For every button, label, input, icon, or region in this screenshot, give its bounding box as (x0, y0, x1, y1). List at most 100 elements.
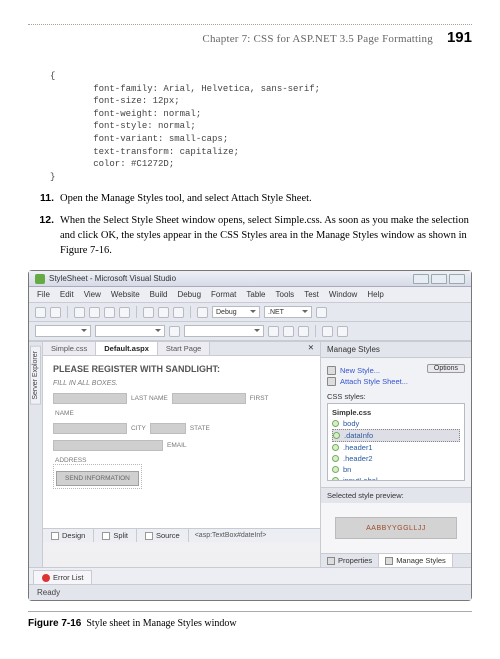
new-style-link[interactable]: New Style... (327, 366, 427, 375)
rule-icon (332, 466, 339, 473)
menu-item[interactable]: Tools (276, 290, 295, 299)
doc-tab[interactable]: Simple.css (43, 342, 96, 355)
document-tabs[interactable]: Simple.css Default.aspx Start Page ✕ (43, 342, 320, 356)
menu-item[interactable]: Debug (177, 290, 201, 299)
form-hint: FILL IN ALL BOXES. (53, 380, 310, 387)
text-field[interactable] (150, 423, 186, 434)
menu-item[interactable]: File (37, 290, 50, 299)
tag-breadcrumb[interactable]: <asp:TextBox#dateInf> (189, 530, 320, 541)
window-title: StyleSheet - Microsoft Visual Studio (49, 274, 413, 283)
window-buttons[interactable] (413, 274, 465, 284)
running-header: Chapter 7: CSS for ASP.NET 3.5 Page Form… (28, 29, 472, 52)
toolbar-button[interactable] (35, 307, 46, 318)
text-field[interactable] (53, 440, 163, 451)
toolbar-secondary[interactable] (29, 322, 471, 341)
list-item-selected[interactable]: .dataInfo (332, 429, 460, 442)
toolbar-button[interactable] (89, 307, 100, 318)
css-styles-list[interactable]: Simple.css body .dataInfo .header1 .head… (327, 403, 465, 481)
toolbar-button[interactable] (104, 307, 115, 318)
rule-icon (332, 455, 339, 462)
toolbar-button[interactable] (169, 326, 180, 337)
menu-item[interactable]: Website (111, 290, 140, 299)
menu-item[interactable]: View (84, 290, 101, 299)
toolbar-button[interactable] (316, 307, 327, 318)
text-field[interactable] (53, 423, 127, 434)
bottom-tab-well[interactable]: Error List (29, 567, 471, 584)
minimize-button[interactable] (413, 274, 429, 284)
menu-item[interactable]: Table (246, 290, 265, 299)
menu-item[interactable]: Test (304, 290, 319, 299)
menu-item[interactable]: Build (150, 290, 168, 299)
toolbar-button[interactable] (337, 326, 348, 337)
rule-icon (332, 444, 339, 451)
change-type-dropdown[interactable] (184, 325, 264, 337)
css-styles-label: CSS styles: (327, 392, 465, 401)
toolbar-button[interactable] (173, 307, 184, 318)
source-icon (145, 532, 153, 540)
text-field[interactable] (172, 393, 246, 404)
toolbar-button[interactable] (119, 307, 130, 318)
menu-item[interactable]: Help (367, 290, 383, 299)
side-rail[interactable]: Server Explorer (29, 342, 43, 567)
toolbar-button[interactable] (158, 307, 169, 318)
menu-item[interactable]: Window (329, 290, 357, 299)
toolbar-primary[interactable]: Debug .NET (29, 303, 471, 322)
list-item[interactable]: .header2 (332, 453, 460, 464)
server-explorer-tab[interactable]: Server Explorer (30, 346, 41, 405)
toolbar-button[interactable] (268, 326, 279, 337)
attach-stylesheet-link[interactable]: Attach Style Sheet... (327, 377, 465, 386)
options-button[interactable]: Options (427, 364, 465, 373)
tab-manage-styles[interactable]: Manage Styles (379, 554, 453, 567)
figure-caption: Figure 7-16 Style sheet in Manage Styles… (28, 611, 472, 629)
toolbar-button[interactable] (283, 326, 294, 337)
chapter-title: Chapter 7: CSS for ASP.NET 3.5 Page Form… (202, 33, 433, 45)
step-12: 12. When the Select Style Sheet window o… (36, 213, 472, 259)
config-dropdown[interactable]: Debug (212, 306, 260, 318)
design-surface[interactable]: PLEASE REGISTER WITH SANDLIGHT: FILL IN … (43, 356, 320, 528)
dropdown[interactable] (35, 325, 91, 337)
menu-bar[interactable]: File Edit View Website Build Debug Forma… (29, 287, 471, 303)
menu-item[interactable]: Format (211, 290, 236, 299)
toolbar-button[interactable] (197, 307, 208, 318)
view-switcher[interactable]: Design Split Source <asp:TextBox#dateInf… (43, 528, 320, 542)
manage-styles-panel: Manage Styles Options New Style... Attac… (321, 342, 471, 567)
design-icon (51, 532, 59, 540)
text-field[interactable] (53, 393, 127, 404)
target-dropdown[interactable]: .NET (264, 306, 312, 318)
list-item[interactable]: body (332, 418, 460, 429)
submit-button[interactable]: SEND INFORMATION (56, 471, 139, 486)
rule-icon (333, 432, 340, 439)
dropdown[interactable] (95, 325, 165, 337)
list-item[interactable]: .header1 (332, 442, 460, 453)
selection-outline: SEND INFORMATION (53, 464, 142, 489)
properties-icon (327, 557, 335, 565)
preview-title: Selected style preview: (321, 487, 471, 503)
list-item[interactable]: Simple.css (332, 407, 460, 418)
view-design[interactable]: Design (43, 529, 94, 542)
preview-area: AABBYYGGLLJJ (321, 503, 471, 553)
doc-tab[interactable]: Start Page (158, 342, 210, 355)
maximize-button[interactable] (431, 274, 447, 284)
list-item[interactable]: inputLabel (332, 475, 460, 481)
doc-tab-active[interactable]: Default.aspx (96, 342, 158, 355)
panel-tabs[interactable]: Properties Manage Styles (321, 553, 471, 567)
toolbar-button[interactable] (322, 326, 333, 337)
figure-label: Figure 7-16 (28, 618, 81, 629)
toolbar-button[interactable] (50, 307, 61, 318)
view-source[interactable]: Source (137, 529, 189, 542)
tab-close-icon[interactable]: ✕ (302, 342, 320, 355)
field-label: FIRST (250, 395, 269, 402)
error-icon (42, 574, 50, 582)
toolbar-button[interactable] (298, 326, 309, 337)
error-list-tab[interactable]: Error List (33, 570, 92, 584)
rule-icon (332, 420, 339, 427)
tab-properties[interactable]: Properties (321, 554, 379, 567)
view-split[interactable]: Split (94, 529, 137, 542)
split-icon (102, 532, 110, 540)
close-button[interactable] (449, 274, 465, 284)
field-label: EMAIL (167, 442, 187, 449)
toolbar-button[interactable] (74, 307, 85, 318)
list-item[interactable]: bn (332, 464, 460, 475)
menu-item[interactable]: Edit (60, 290, 74, 299)
toolbar-button[interactable] (143, 307, 154, 318)
